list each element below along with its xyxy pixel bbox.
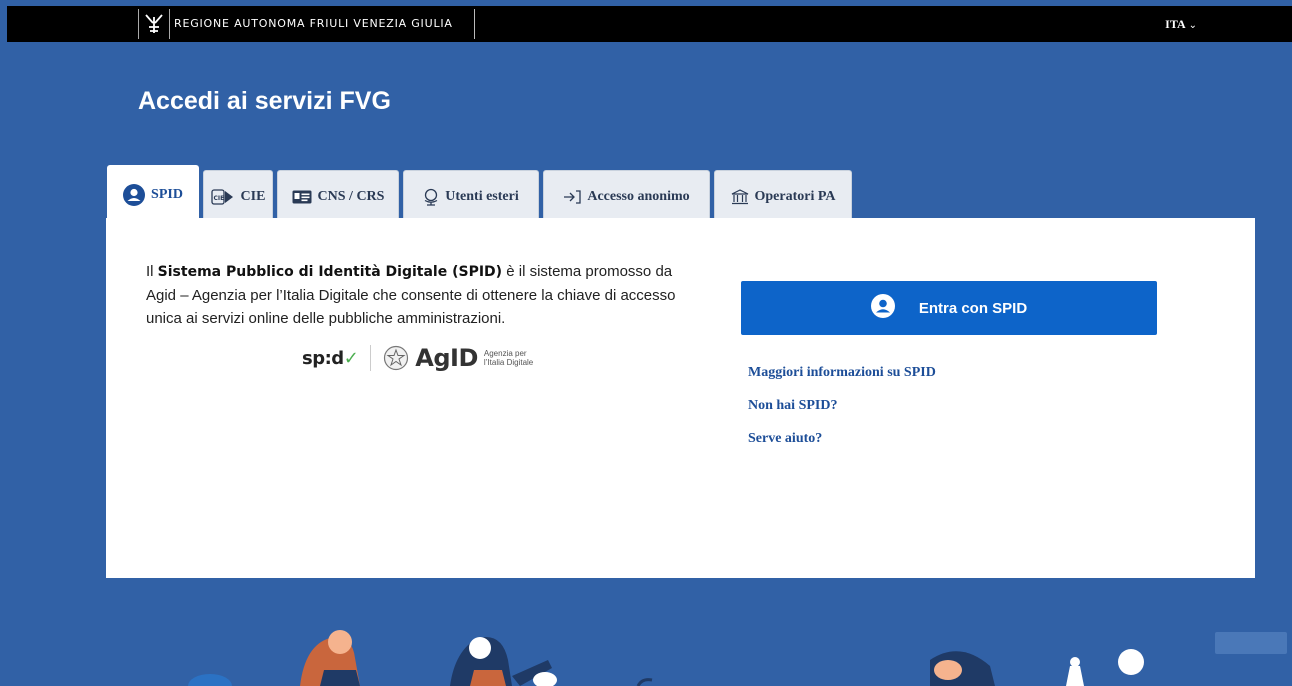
top-bar: REGIONE AUTONOMA FRIULI VENEZIA GIULIA I… [7,6,1292,42]
desc-prefix: Il [146,263,158,280]
entra-con-spid-button[interactable]: Entra con SPID [741,281,1157,335]
help-links: Maggiori informazioni su SPID Non hai SP… [748,361,936,460]
user-circle-icon [870,294,895,322]
more-info-spid-link[interactable]: Maggiori informazioni su SPID [748,361,936,385]
tab-label: Utenti esteri [445,189,519,204]
agid-logo-text: AgID [415,344,478,372]
user-circle-icon [123,183,146,206]
tab-cns-crs[interactable]: CNS / CRS [277,170,399,223]
logos-row: sp:d✓ AgID Agenzia per l’Italia Digitale [302,344,533,372]
tab-label: SPID [151,186,183,202]
tab-label: CNS / CRS [317,189,385,204]
desc-bold: Sistema Pubblico di Identità Digitale (S… [157,264,503,280]
agid-subtitle: Agenzia per l’Italia Digitale [484,349,533,367]
cie-card-icon: CIE [210,188,235,206]
button-label: Entra con SPID [918,299,1028,317]
logo-divider [370,345,372,371]
checkmark-icon: ✓ [343,347,359,369]
agid-sub-2: l’Italia Digitale [483,358,534,367]
agid-sub-1: Agenzia per [483,349,527,358]
region-name[interactable]: REGIONE AUTONOMA FRIULI VENEZIA GIULIA [174,17,453,30]
spid-panel: Il Sistema Pubblico di Identità Digitale… [106,218,1255,578]
need-help-link[interactable]: Serve aiuto? [748,427,936,451]
no-spid-link[interactable]: Non hai SPID? [748,394,936,418]
login-tabs: SPID CIE CIE CNS / CRS Utenti esteri Acc… [107,165,852,223]
spid-description: Il Sistema Pubblico di Identità Digitale… [146,260,696,330]
tab-spid[interactable]: SPID [107,165,199,223]
tab-label: Operatori PA [754,189,836,204]
spid-logo: sp:d✓ [302,347,359,369]
tab-utenti-esteri[interactable]: Utenti esteri [403,170,539,223]
region-logo-icon[interactable] [138,9,170,39]
people-illustration [188,630,1287,686]
id-card-icon [292,190,312,204]
agid-emblem-icon [384,345,409,371]
tab-cie[interactable]: CIE CIE [203,170,273,223]
tab-label: CIE [240,189,266,204]
institution-icon [731,189,749,205]
tab-label: Accesso anonimo [587,189,690,204]
language-label: ITA [1165,17,1186,31]
tab-accesso-anonimo[interactable]: Accesso anonimo [543,170,710,223]
language-selector[interactable]: ITA ⌄ [1165,17,1197,32]
svg-text:CIE: CIE [213,195,224,202]
login-arrow-icon [563,190,582,204]
globe-icon [423,188,439,206]
page-title: Accedi ai servizi FVG [138,87,391,115]
chevron-down-icon: ⌄ [1188,20,1197,31]
header-divider [474,9,475,39]
agid-logo: AgID Agenzia per l’Italia Digitale [383,344,533,372]
tab-operatori-pa[interactable]: Operatori PA [714,170,852,223]
spid-logo-text: sp:d [302,347,344,369]
